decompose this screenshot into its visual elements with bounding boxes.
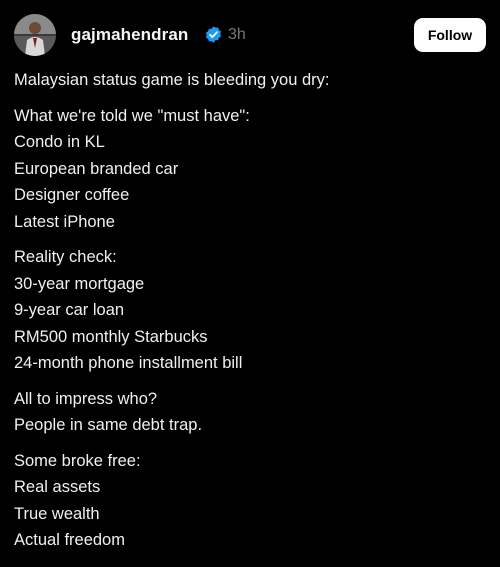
post-line: Designer coffee [14, 186, 130, 204]
post-line: Actual freedom [14, 531, 125, 549]
post-section-reality-check: Reality check: 30-year mortgage 9-year c… [14, 244, 486, 377]
post-body: Malaysian status game is bleeding you dr… [14, 67, 486, 563]
post-line: What we're told we "must have": [14, 106, 250, 125]
post-line: Condo in KL [14, 133, 105, 151]
post-line: All to impress who? [14, 389, 158, 408]
post-line: People in same debt trap. [14, 416, 203, 434]
post-line: Reality check: [14, 248, 117, 266]
avatar[interactable] [14, 14, 56, 56]
avatar-image [14, 14, 56, 56]
post-line: Some broke free: [14, 451, 141, 470]
username[interactable]: gajmahendran [71, 25, 188, 45]
post-header: gajmahendran 3h Follow [14, 14, 486, 58]
post-intro: Malaysian status game is bleeding you dr… [14, 71, 330, 89]
post-line: 30-year mortgage [14, 274, 145, 293]
post-section-broke-free: Some broke free: Real assets True wealth… [14, 448, 486, 554]
post-line: European branded car [14, 159, 179, 178]
post-line: Real assets [14, 478, 101, 496]
post-line: Latest iPhone [14, 212, 115, 231]
post-timestamp: 3h [228, 26, 246, 43]
post-section-impress: All to impress who? People in same debt … [14, 386, 486, 439]
post-line: True wealth [14, 504, 100, 523]
post-section-must-have: What we're told we "must have": Condo in… [14, 103, 486, 236]
follow-button[interactable]: Follow [414, 18, 486, 52]
post-line: RM500 monthly Starbucks [14, 327, 208, 346]
verified-badge-icon [205, 26, 222, 43]
post-line: 9-year car loan [14, 301, 125, 319]
post-line: 24-month phone installment bill [14, 354, 243, 372]
